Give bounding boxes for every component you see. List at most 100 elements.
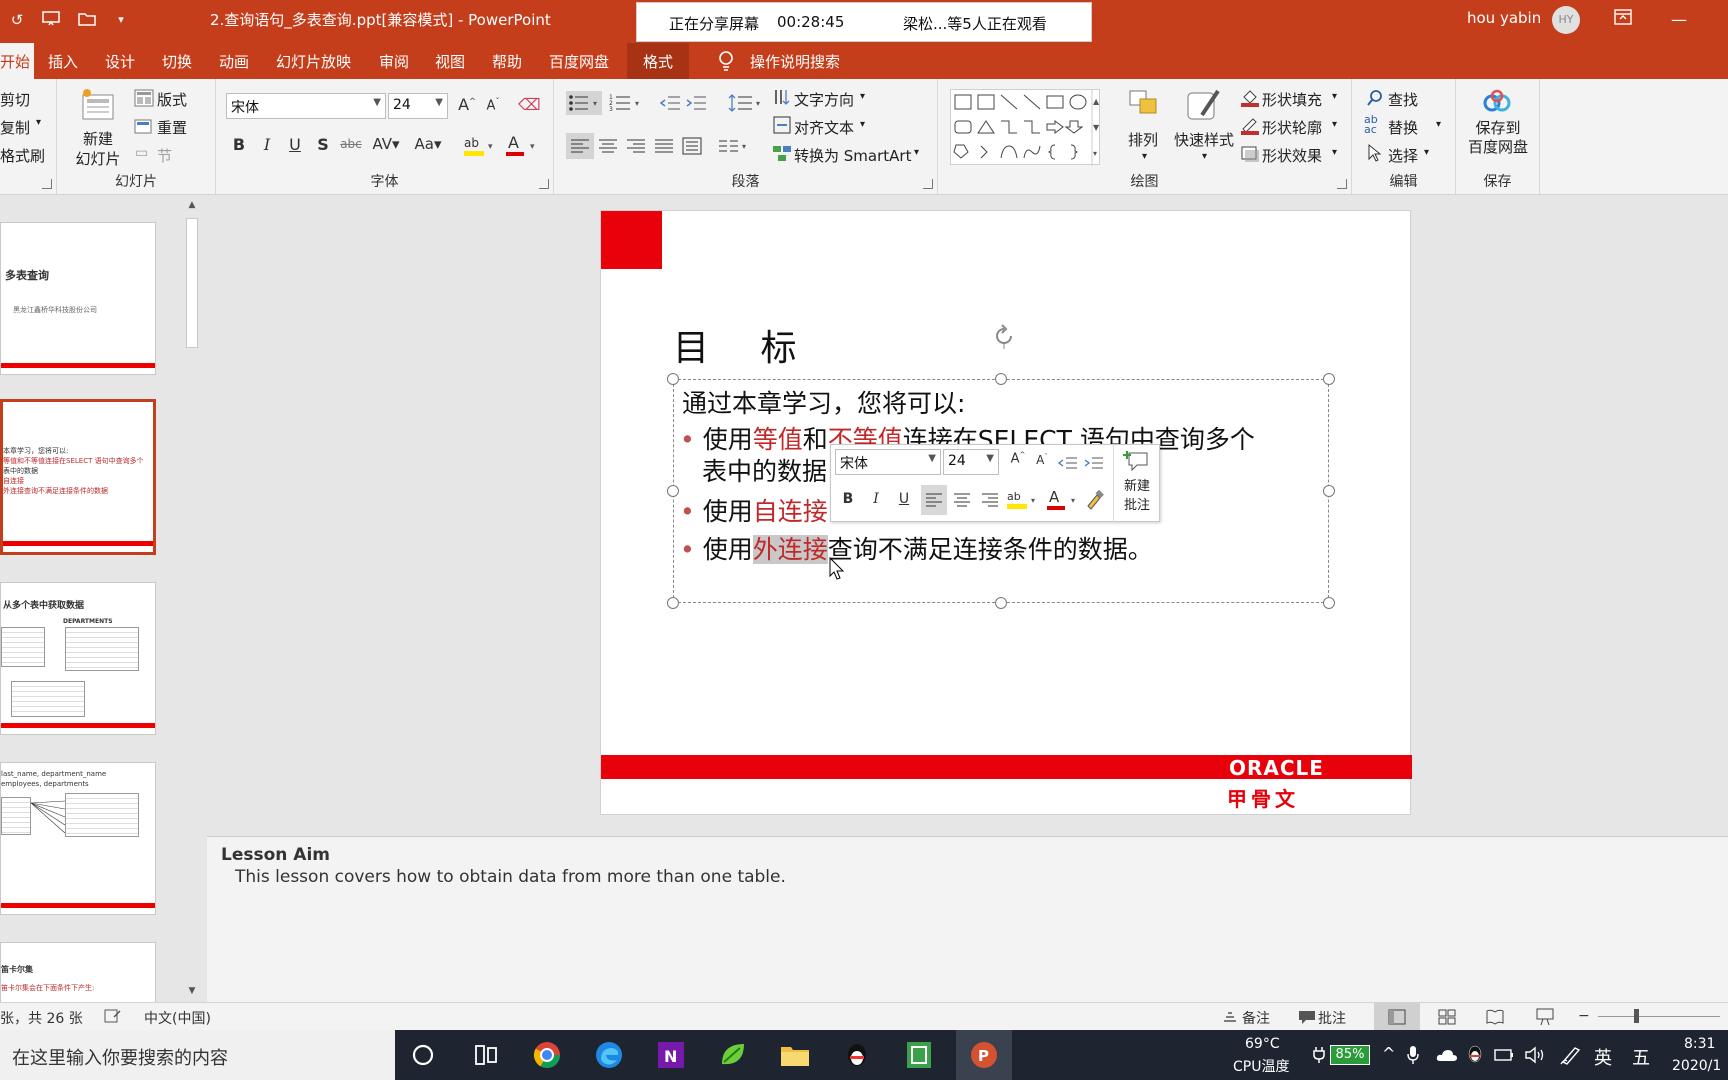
increase-font-icon[interactable]: A^ xyxy=(456,95,478,114)
line-spacing-icon[interactable]: ▾ xyxy=(728,91,764,115)
present-from-start-icon[interactable] xyxy=(40,9,62,31)
edge-icon[interactable] xyxy=(592,1038,626,1072)
distributed-icon[interactable] xyxy=(678,133,706,159)
resize-handle[interactable] xyxy=(667,597,679,609)
zoom-slider-thumb[interactable] xyxy=(1634,1009,1639,1023)
shadow-icon[interactable]: S xyxy=(312,135,334,154)
clear-formatting-icon[interactable]: ⌫ xyxy=(518,95,541,114)
chevron-down-icon[interactable]: ▾ xyxy=(1202,151,1207,162)
customize-quick-access-icon[interactable]: ▾ xyxy=(110,9,132,31)
align-text-button[interactable]: 对齐文本 xyxy=(794,117,854,138)
text-direction-button[interactable]: 文字方向 xyxy=(794,89,854,110)
drawing-launcher-icon[interactable] xyxy=(1337,179,1347,189)
new-slide-button[interactable]: 新建 幻灯片 xyxy=(71,129,125,169)
decrease-font-icon[interactable]: Aˇ xyxy=(482,97,504,113)
tab-design[interactable]: 设计 xyxy=(105,51,135,72)
slide-thumbnail-selected[interactable]: 本章学习，您将可以: 等值和不等值连接在SELECT 语句中查询多个 表中的数据… xyxy=(0,399,156,555)
font-launcher-icon[interactable] xyxy=(539,179,549,189)
slide-thumbnail[interactable]: 从多个表中获取数据 DEPARTMENTS xyxy=(0,582,156,735)
shape-effects-button[interactable]: 形状效果 xyxy=(1262,145,1322,166)
select-button[interactable]: 选择 xyxy=(1388,145,1418,166)
cpu-temp[interactable]: 69°C xyxy=(1245,1036,1280,1052)
font-color-icon[interactable]: A ▾ xyxy=(504,133,540,159)
battery-indicator[interactable]: 85% xyxy=(1330,1045,1370,1065)
taskbar-search-box[interactable]: 在这里输入你要搜索的内容 xyxy=(0,1030,395,1080)
share-viewers[interactable]: 梁松...等5人正在观看 xyxy=(903,13,1047,34)
increase-indent-icon[interactable] xyxy=(1083,453,1105,473)
user-name[interactable]: hou yabin xyxy=(1467,9,1541,27)
slide-title[interactable]: 目 标 xyxy=(673,319,816,371)
slide-thumbnail[interactable]: last_name, department_name employees, de… xyxy=(0,762,156,915)
increase-indent-icon[interactable] xyxy=(684,91,708,115)
chevron-down-icon[interactable]: ▾ xyxy=(1332,91,1337,102)
font-family-combo[interactable]: 宋体 ▼ xyxy=(226,93,386,119)
bold-icon[interactable]: B xyxy=(228,135,250,154)
align-right-icon[interactable] xyxy=(622,133,650,159)
shapes-gallery[interactable]: ▲ ▼ ▾ xyxy=(950,89,1100,166)
underline-icon[interactable]: U xyxy=(284,135,306,154)
tab-transitions[interactable]: 切换 xyxy=(162,51,192,72)
justify-icon[interactable] xyxy=(650,133,678,159)
slide-thumbnail[interactable]: 多表查询 黑龙江鑫桥华科技股份公司 xyxy=(0,222,156,375)
scroll-up-icon[interactable]: ▲ xyxy=(186,200,198,210)
character-spacing-icon[interactable]: AV▾ xyxy=(370,135,402,153)
comments-toggle-button[interactable]: 批注 xyxy=(1318,1008,1346,1028)
resize-handle[interactable] xyxy=(1323,597,1335,609)
qq-icon[interactable] xyxy=(840,1038,874,1072)
microphone-icon[interactable] xyxy=(1406,1045,1420,1065)
quick-styles-button[interactable]: 快速样式 xyxy=(1174,129,1234,150)
zoom-slider[interactable] xyxy=(1598,1016,1720,1017)
resize-handle[interactable] xyxy=(667,485,679,497)
numbering-icon[interactable]: 1 2 3 ▾ xyxy=(608,91,644,115)
cut-button[interactable]: 剪切 xyxy=(0,89,30,110)
normal-view-button[interactable] xyxy=(1374,1003,1420,1031)
change-case-icon[interactable]: Aa▾ xyxy=(410,135,446,153)
italic-icon[interactable]: I xyxy=(865,491,887,507)
ime-mode[interactable]: 五 xyxy=(1632,1044,1650,1070)
replace-button[interactable]: 替换 xyxy=(1388,117,1418,138)
minimize-icon[interactable]: — xyxy=(1664,8,1694,32)
cortana-icon[interactable] xyxy=(406,1038,440,1072)
tab-format[interactable]: 格式 xyxy=(627,43,690,79)
layout-button[interactable]: 版式 xyxy=(157,89,187,110)
clock-time[interactable]: 8:31 xyxy=(1684,1036,1715,1052)
reading-view-icon[interactable] xyxy=(1486,1009,1504,1025)
align-right-icon[interactable] xyxy=(977,485,1003,515)
tab-insert[interactable]: 插入 xyxy=(48,51,78,72)
tab-help[interactable]: 帮助 xyxy=(492,51,522,72)
zoom-out-icon[interactable]: − xyxy=(1578,1008,1590,1024)
new-slide-icon[interactable] xyxy=(79,87,117,125)
chevron-down-icon[interactable]: ▾ xyxy=(914,147,919,158)
italic-icon[interactable]: I xyxy=(256,135,278,154)
format-painter-button[interactable]: 格式刷 xyxy=(0,145,45,166)
columns-icon[interactable]: ▾ xyxy=(716,133,752,159)
thumbnail-scrollbar[interactable]: ▲ ▼ xyxy=(183,196,201,1002)
ime-language[interactable]: 英 xyxy=(1594,1044,1612,1070)
volume-icon[interactable] xyxy=(1524,1046,1546,1064)
resize-handle[interactable] xyxy=(1323,373,1335,385)
green-app-icon[interactable] xyxy=(902,1038,936,1072)
language-status[interactable]: 中文(中国) xyxy=(144,1008,211,1028)
scrollbar-thumb[interactable] xyxy=(186,218,198,348)
mini-size-combo[interactable]: 24 ▼ xyxy=(943,449,999,475)
app-leaf-icon[interactable] xyxy=(716,1038,750,1072)
slideshow-icon[interactable] xyxy=(1536,1008,1554,1026)
network-icon[interactable] xyxy=(1494,1047,1514,1063)
accessibility-check-icon[interactable] xyxy=(104,1008,122,1024)
task-view-icon[interactable] xyxy=(468,1038,502,1072)
clipboard-launcher-icon[interactable] xyxy=(42,179,52,189)
underline-icon[interactable]: U xyxy=(893,491,915,507)
chevron-down-icon[interactable]: ▾ xyxy=(1142,151,1147,162)
strikethrough-icon[interactable]: abc xyxy=(340,137,362,151)
chevron-up-icon[interactable]: ^ xyxy=(1382,1044,1395,1063)
scroll-down-icon[interactable]: ▼ xyxy=(186,986,198,996)
chrome-icon[interactable] xyxy=(530,1038,564,1072)
tab-animations[interactable]: 动画 xyxy=(219,51,249,72)
mini-font-combo[interactable]: 宋体 ▼ xyxy=(835,449,941,475)
notes-pane[interactable]: Lesson Aim This lesson covers how to obt… xyxy=(207,836,1728,1002)
paragraph-launcher-icon[interactable] xyxy=(923,179,933,189)
align-center-icon[interactable] xyxy=(594,133,622,159)
bullets-icon[interactable]: ▾ xyxy=(566,91,602,115)
highlight-color-icon[interactable]: ab ▾ xyxy=(1005,487,1041,513)
bold-icon[interactable]: B xyxy=(837,491,859,507)
